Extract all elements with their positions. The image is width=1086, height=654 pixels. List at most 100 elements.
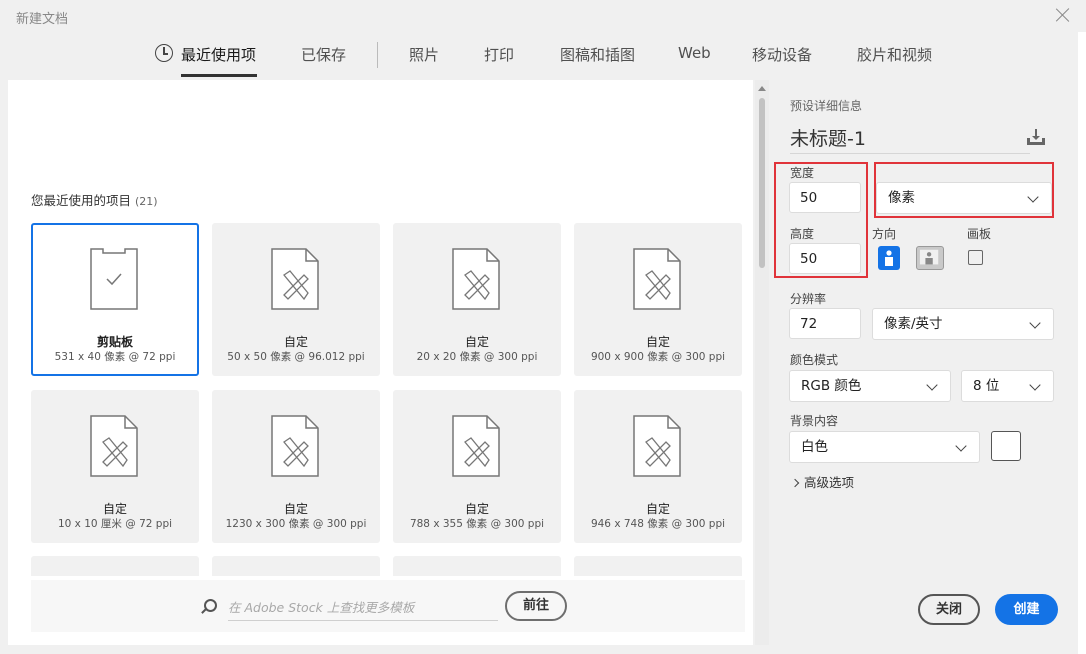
card-size: 946 x 748 像素 @ 300 ppi — [590, 518, 726, 530]
recent-item-custom[interactable]: 自定 946 x 748 像素 @ 300 ppi — [574, 390, 742, 543]
card-size: 788 x 355 像素 @ 300 ppi — [409, 518, 545, 530]
background-select[interactable]: 白色 — [789, 431, 980, 463]
recent-item-custom[interactable]: 自定 1230 x 300 像素 @ 300 ppi — [212, 390, 380, 543]
highlight-box-width-height — [774, 162, 868, 278]
category-tabs: 最近使用项 已保存 照片 打印 图稿和插图 Web 移动设备 胶片和视频 — [0, 32, 1086, 78]
background-value: 白色 — [801, 439, 828, 455]
custom-doc-icon — [633, 415, 681, 477]
card-size: 20 x 20 像素 @ 300 ppi — [416, 351, 538, 363]
card-name: 剪贴板 — [96, 335, 133, 349]
custom-doc-icon — [452, 415, 500, 477]
card-size: 900 x 900 像素 @ 300 ppi — [590, 351, 726, 363]
orientation-label: 方向 — [872, 227, 897, 241]
clipboard-doc-icon — [90, 248, 138, 310]
chevron-down-icon — [1029, 379, 1041, 391]
custom-doc-icon — [90, 415, 138, 477]
card-size: 10 x 10 厘米 @ 72 ppi — [57, 518, 173, 530]
portrait-person-icon — [885, 250, 893, 266]
recent-scrollbar[interactable] — [755, 80, 769, 645]
tab-recent[interactable]: 最近使用项 — [181, 44, 256, 65]
color-mode-value: RGB 颜色 — [801, 378, 862, 394]
highlight-box-unit — [874, 162, 1054, 218]
artboard-checkbox[interactable] — [968, 250, 983, 265]
recent-item-partial[interactable] — [393, 556, 561, 576]
recent-item-custom[interactable]: 自定 20 x 20 像素 @ 300 ppi — [393, 223, 561, 376]
document-name[interactable]: 未标题-1 — [790, 124, 866, 151]
title-bar: 新建文档 — [0, 0, 1086, 32]
color-mode-label: 颜色模式 — [790, 353, 839, 367]
chevron-down-icon — [926, 379, 938, 391]
recent-item-partial[interactable] — [31, 556, 199, 576]
recent-item-custom[interactable]: 自定 10 x 10 厘米 @ 72 ppi — [31, 390, 199, 543]
card-name: 自定 — [464, 335, 489, 349]
background-color-swatch[interactable] — [991, 431, 1021, 461]
active-tab-indicator — [181, 74, 257, 77]
advanced-options-toggle[interactable]: 高级选项 — [790, 472, 855, 491]
create-button[interactable]: 创建 — [995, 594, 1058, 625]
resolution-label: 分辨率 — [790, 292, 827, 306]
card-size: 50 x 50 像素 @ 96.012 ppi — [227, 351, 365, 363]
preset-header: 预设详细信息 — [790, 99, 863, 113]
custom-doc-icon — [271, 248, 319, 310]
chevron-down-icon — [955, 440, 967, 452]
recent-item-custom[interactable]: 自定 50 x 50 像素 @ 96.012 ppi — [212, 223, 380, 376]
card-size: 1230 x 300 像素 @ 300 ppi — [225, 518, 367, 530]
new-document-dialog: 新建文档 最近使用项 已保存 照片 打印 图稿和插图 Web 移动设备 胶片和视… — [0, 0, 1086, 654]
tab-web[interactable]: Web — [678, 44, 711, 62]
custom-doc-icon — [271, 415, 319, 477]
custom-doc-icon — [633, 248, 681, 310]
recent-title-text: 您最近使用的项目 — [31, 193, 132, 208]
tab-saved[interactable]: 已保存 — [301, 44, 346, 65]
scroll-thumb[interactable] — [759, 98, 765, 268]
card-name: 自定 — [645, 502, 670, 516]
tab-print[interactable]: 打印 — [484, 44, 514, 65]
go-button[interactable]: 前往 — [505, 591, 567, 621]
bit-depth-select[interactable]: 8 位 — [961, 370, 1054, 402]
close-button[interactable]: 关闭 — [918, 594, 980, 625]
artboard-label: 画板 — [967, 227, 992, 241]
card-size: 531 x 40 像素 @ 72 ppi — [54, 351, 176, 363]
resolution-unit-value: 像素/英寸 — [884, 316, 943, 332]
card-name: 自定 — [464, 502, 489, 516]
card-name: 自定 — [283, 502, 308, 516]
clock-icon — [155, 44, 173, 62]
background-label: 背景内容 — [790, 414, 839, 428]
recent-item-custom[interactable]: 自定 900 x 900 像素 @ 300 ppi — [574, 223, 742, 376]
recent-item-partial[interactable] — [574, 556, 742, 576]
window-title: 新建文档 — [16, 12, 69, 27]
recent-title: 您最近使用的项目 (21) — [31, 190, 158, 209]
resolution-unit-select[interactable]: 像素/英寸 — [872, 308, 1054, 340]
recent-item-clipboard[interactable]: 剪贴板 531 x 40 像素 @ 72 ppi — [31, 223, 199, 376]
custom-doc-icon — [452, 248, 500, 310]
tab-mobile[interactable]: 移动设备 — [752, 44, 812, 65]
stock-search-bar: 前往 — [31, 580, 745, 632]
recent-item-custom[interactable]: 自定 788 x 355 像素 @ 300 ppi — [393, 390, 561, 543]
tab-divider — [377, 42, 378, 68]
recent-panel: 您最近使用的项目 (21) 剪贴板 531 x 40 像素 @ 72 ppi 自… — [8, 80, 753, 645]
advanced-options-label: 高级选项 — [804, 475, 855, 490]
tab-film-video[interactable]: 胶片和视频 — [857, 44, 932, 65]
card-name: 自定 — [283, 335, 308, 349]
portrait-orientation-button[interactable] — [878, 246, 900, 270]
card-name: 自定 — [102, 502, 127, 516]
resolution-input[interactable] — [789, 308, 861, 339]
tab-photo[interactable]: 照片 — [409, 44, 439, 65]
color-mode-select[interactable]: RGB 颜色 — [789, 370, 951, 402]
document-name-underline — [790, 153, 1030, 154]
chevron-down-icon — [1029, 317, 1041, 329]
recent-count: (21) — [135, 195, 158, 208]
chevron-right-icon — [790, 478, 800, 488]
bit-depth-value: 8 位 — [973, 378, 1000, 394]
recent-item-partial[interactable] — [212, 556, 380, 576]
landscape-orientation-button[interactable] — [916, 246, 944, 270]
search-icon — [204, 599, 217, 612]
stock-search-input[interactable] — [228, 595, 498, 621]
preset-details-panel: 预设详细信息 未标题-1 宽度 像素 高度 方向 — [770, 80, 1078, 645]
close-icon[interactable] — [1054, 6, 1072, 24]
scroll-up-arrow-icon[interactable] — [758, 86, 766, 91]
landscape-person-icon — [919, 249, 939, 265]
card-name: 自定 — [645, 335, 670, 349]
tab-art-illustration[interactable]: 图稿和插图 — [560, 44, 635, 65]
save-preset-icon[interactable] — [1026, 128, 1046, 146]
background-edge — [1078, 32, 1086, 654]
